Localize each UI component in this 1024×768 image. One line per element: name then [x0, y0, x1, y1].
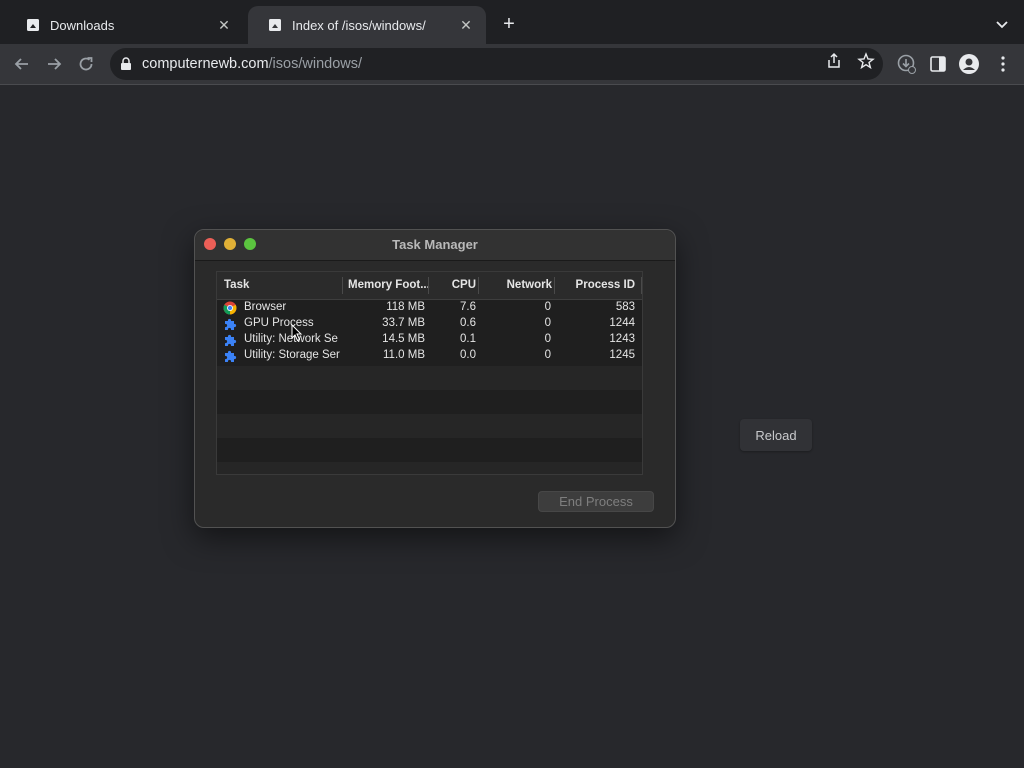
column-header-network[interactable]: Network: [483, 279, 552, 291]
cpu-value: 7.6: [460, 301, 476, 313]
page-icon: [269, 19, 281, 31]
network-value: 0: [544, 333, 551, 345]
column-header-memory[interactable]: Memory Foot...: [348, 279, 430, 291]
vertical-scrollbar[interactable]: [642, 299, 643, 475]
task-name: Browser: [244, 301, 287, 313]
process-id-value: 1244: [609, 317, 635, 329]
table-row[interactable]: GPU Process 33.7 MB 0.6 0 1244: [217, 316, 642, 332]
reload-icon[interactable]: [75, 53, 97, 75]
task-manager-window: Task Manager Task Memory Foot... CPU Net…: [194, 229, 676, 528]
column-divider[interactable]: [478, 277, 479, 294]
more-menu-icon[interactable]: [992, 53, 1014, 75]
network-value: 0: [544, 301, 551, 313]
table-row[interactable]: Browser 118 MB 7.6 0 583: [217, 300, 642, 316]
table-row[interactable]: Utility: Storage Ser 11.0 MB 0.0 0 1245: [217, 348, 642, 364]
table-row[interactable]: Utility: Network Se 14.5 MB 0.1 0 1243: [217, 332, 642, 348]
empty-row: [217, 414, 642, 438]
bookmark-star-icon[interactable]: [857, 52, 875, 70]
process-id-value: 1245: [609, 349, 635, 361]
memory-value: 118 MB: [386, 301, 425, 313]
table-header: Task Memory Foot... CPU Network Process …: [217, 272, 642, 300]
title-bar[interactable]: Task Manager: [195, 230, 675, 261]
process-id-value: 583: [615, 301, 635, 313]
chevron-down-icon[interactable]: [992, 14, 1012, 34]
column-divider[interactable]: [342, 277, 343, 294]
tab-title: Index of /isos/windows/: [292, 17, 426, 33]
url-path: /isos/windows/: [268, 56, 363, 72]
empty-row: [217, 366, 642, 390]
puzzle-icon: [225, 318, 237, 330]
column-header-process-id[interactable]: Process ID: [559, 279, 635, 291]
column-divider[interactable]: [428, 277, 429, 294]
lock-icon[interactable]: [120, 57, 132, 71]
profile-avatar-icon[interactable]: [958, 53, 980, 75]
network-value: 0: [544, 317, 551, 329]
process-table: Task Memory Foot... CPU Network Process …: [216, 271, 643, 475]
share-icon[interactable]: [825, 52, 843, 70]
column-header-task[interactable]: Task: [224, 279, 249, 291]
network-value: 0: [544, 349, 551, 361]
page-icon: [27, 19, 39, 31]
tab-title: Downloads: [50, 17, 115, 33]
downloads-icon[interactable]: [896, 53, 918, 75]
empty-row: [217, 462, 642, 474]
cpu-value: 0.0: [460, 349, 476, 361]
tab-strip: Downloads ✕ Index of /isos/windows/ ✕ +: [0, 0, 1024, 44]
tab-index-isos-windows[interactable]: Index of /isos/windows/ ✕: [248, 6, 486, 44]
mouse-cursor-icon: [291, 324, 303, 342]
toolbar: computernewb.com/isos/windows/: [0, 44, 1024, 85]
cpu-value: 0.1: [460, 333, 476, 345]
end-process-button[interactable]: End Process: [538, 491, 654, 512]
close-tab-icon[interactable]: ✕: [216, 17, 232, 33]
forward-icon[interactable]: [43, 53, 65, 75]
url-host: computernewb.com: [142, 56, 269, 72]
column-header-cpu[interactable]: CPU: [433, 279, 476, 291]
memory-value: 33.7 MB: [382, 317, 425, 329]
new-tab-button[interactable]: +: [498, 14, 520, 36]
url-text: computernewb.com/isos/windows/: [142, 56, 362, 72]
column-divider: [641, 277, 642, 294]
address-bar[interactable]: computernewb.com/isos/windows/: [110, 48, 883, 80]
reload-button[interactable]: Reload: [740, 419, 812, 451]
window-title: Task Manager: [392, 237, 478, 252]
task-name: Utility: Storage Ser: [244, 349, 340, 361]
side-panel-icon[interactable]: [927, 53, 949, 75]
column-divider[interactable]: [554, 277, 555, 294]
back-icon[interactable]: [11, 53, 33, 75]
memory-value: 11.0 MB: [383, 349, 425, 361]
tab-downloads[interactable]: Downloads ✕: [6, 6, 244, 44]
process-id-value: 1243: [609, 333, 635, 345]
memory-value: 14.5 MB: [382, 333, 425, 345]
chrome-icon: [223, 301, 237, 315]
puzzle-icon: [225, 334, 237, 346]
cpu-value: 0.6: [460, 317, 476, 329]
puzzle-icon: [225, 350, 237, 362]
close-tab-icon[interactable]: ✕: [458, 17, 474, 33]
